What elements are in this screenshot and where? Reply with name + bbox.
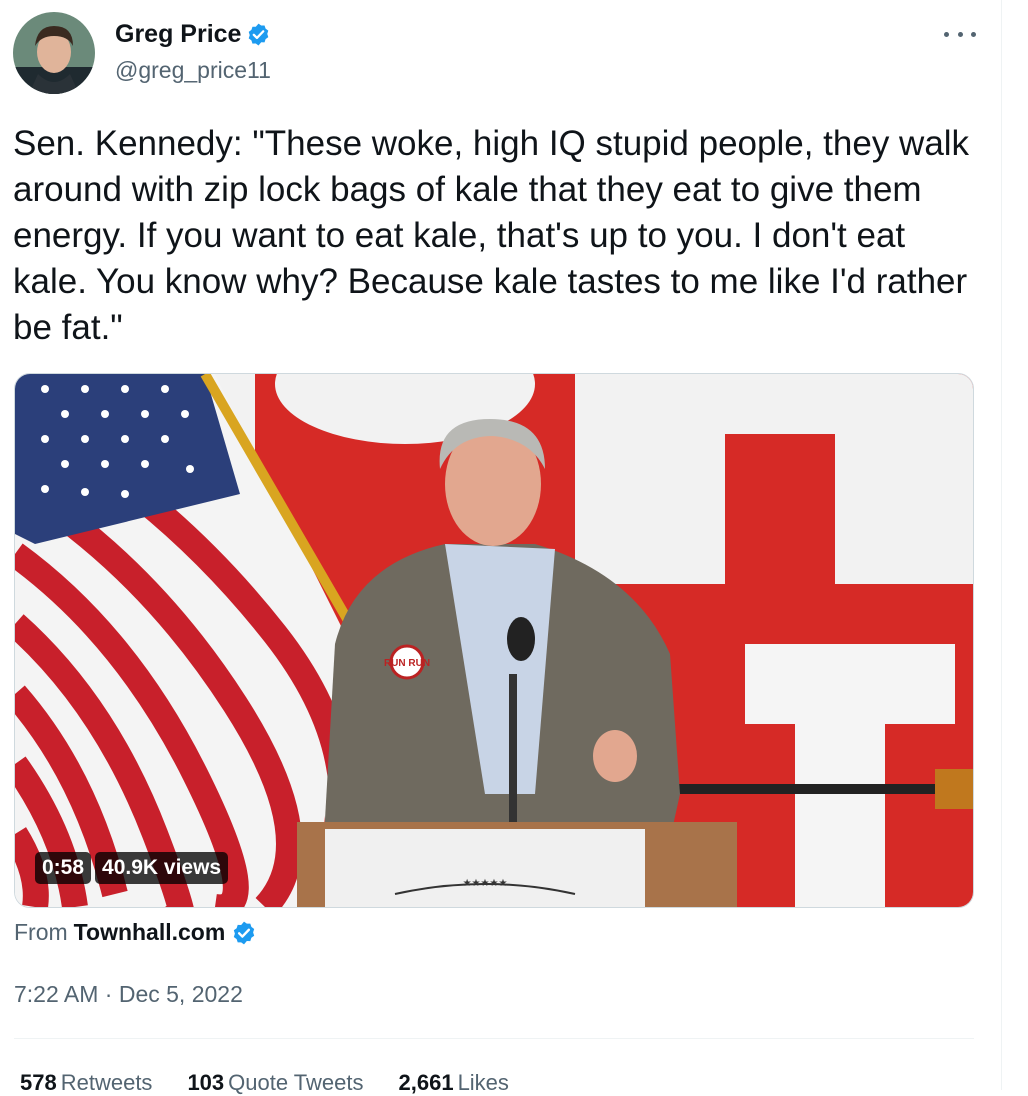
video-frame: RUN RUN ★★★★★ [15, 374, 973, 907]
video-badges: 0:58 40.9K views [35, 852, 229, 884]
media-source: From Townhall.com [14, 919, 257, 946]
retweets-count: 578 [20, 1070, 57, 1095]
video-duration: 0:58 [35, 852, 92, 884]
tweet-date: Dec 5, 2022 [118, 981, 243, 1007]
retweets-stat[interactable]: 578 Retweets [20, 1070, 152, 1096]
tweet-text: Sen. Kennedy: "These woke, high IQ stupi… [13, 124, 970, 347]
campaign-button-text: RUN RUN [384, 658, 430, 669]
tweet-timestamp[interactable]: 7:22 AM · Dec 5, 2022 [14, 981, 243, 1008]
author-handle[interactable]: @greg_price11 [115, 57, 271, 84]
likes-stat[interactable]: 2,661 Likes [399, 1070, 509, 1096]
timestamp-separator: · [104, 981, 113, 1007]
author-name-row[interactable]: Greg Price [115, 20, 271, 49]
svg-text:★★★★★: ★★★★★ [463, 878, 508, 889]
engagement-stats: 578 Retweets 103 Quote Tweets 2,661 Likes [20, 1070, 544, 1096]
video-views: 40.9K views [95, 852, 229, 884]
tweet-time: 7:22 AM [14, 981, 99, 1007]
author-name[interactable]: Greg Price [115, 20, 241, 49]
verified-badge-icon [234, 921, 255, 944]
video-player[interactable]: RUN RUN ★★★★★ [14, 373, 974, 908]
source-prefix: From [14, 919, 68, 945]
more-options-icon[interactable] [944, 24, 976, 44]
quote-tweets-count: 103 [187, 1070, 225, 1095]
quote-tweets-stat[interactable]: 103 Quote Tweets [187, 1070, 363, 1096]
source-name-link[interactable]: Townhall.com [74, 919, 226, 946]
retweets-label: Retweets [60, 1070, 153, 1095]
likes-label: Likes [457, 1070, 509, 1095]
column-border [1001, 0, 1002, 1090]
avatar-image [13, 12, 95, 94]
likes-count: 2,661 [398, 1070, 454, 1095]
author-avatar[interactable] [13, 12, 95, 94]
quote-tweets-label: Quote Tweets [228, 1070, 364, 1095]
stats-divider [14, 1038, 974, 1039]
verified-badge-icon [249, 23, 269, 46]
